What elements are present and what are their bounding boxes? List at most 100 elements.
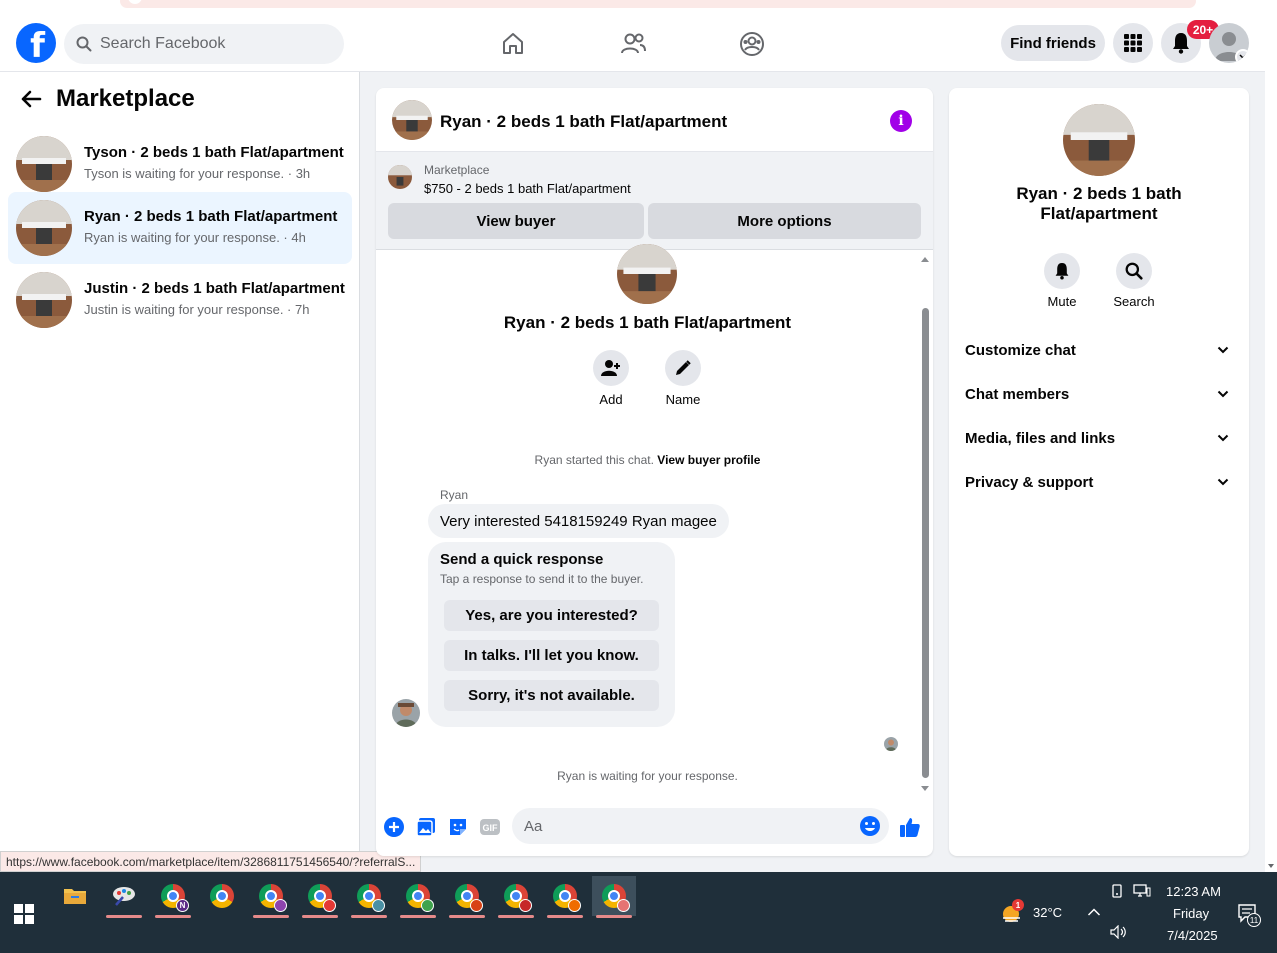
search-input[interactable]: Search Facebook bbox=[100, 35, 225, 53]
chevron-down-icon[interactable] bbox=[1235, 49, 1249, 63]
conversation-subtitle: Tyson is waiting for your response. · 3h bbox=[84, 166, 311, 181]
conversation-item-tyson[interactable]: Tyson · 2 beds 1 bath Flat/apartment Tys… bbox=[8, 128, 352, 200]
weather-badge: 1 bbox=[1012, 899, 1024, 911]
listing-thumbnail[interactable] bbox=[392, 100, 432, 140]
photo-icon[interactable] bbox=[415, 816, 437, 838]
chrome-icon[interactable] bbox=[200, 876, 244, 916]
emoji-icon[interactable] bbox=[859, 815, 881, 837]
details-title-line2: Flat/apartment bbox=[1040, 204, 1158, 223]
chrome-profile-icon[interactable] bbox=[396, 876, 440, 918]
search-label: Search bbox=[1113, 294, 1155, 309]
chrome-profile-icon[interactable] bbox=[445, 876, 489, 918]
conversation-details-panel: Ryan · 2 beds 1 bath Flat/apartment Mute… bbox=[949, 88, 1249, 856]
name-label: Name bbox=[665, 392, 701, 407]
sticker-icon[interactable] bbox=[447, 816, 469, 838]
page-scrollbar[interactable] bbox=[1265, 15, 1277, 872]
plus-circle-icon[interactable] bbox=[383, 816, 405, 838]
volume-icon[interactable] bbox=[1110, 925, 1128, 939]
chrome-profile-icon[interactable] bbox=[298, 876, 342, 918]
view-buyer-button[interactable]: View buyer bbox=[388, 203, 644, 239]
chevron-down-icon bbox=[1217, 346, 1229, 354]
scrollbar-thumb[interactable] bbox=[922, 308, 929, 778]
info-icon[interactable]: i bbox=[890, 110, 912, 132]
thread-intro-title: Ryan · 2 beds 1 bath Flat/apartment bbox=[503, 313, 792, 332]
windows-start-icon[interactable] bbox=[14, 904, 34, 924]
add-label: Add bbox=[599, 392, 623, 407]
section-media-files-links[interactable]: Media, files and links bbox=[965, 420, 1233, 456]
incoming-message: Very interested 5418159249 Ryan magee bbox=[428, 504, 729, 538]
running-indicator bbox=[253, 915, 289, 918]
facebook-logo[interactable]: f bbox=[16, 23, 56, 66]
clock-day[interactable]: Friday bbox=[1173, 906, 1209, 921]
browser-top-edge bbox=[0, 0, 1277, 15]
chrome-profile-icon[interactable] bbox=[249, 876, 293, 918]
file-explorer-icon[interactable] bbox=[53, 876, 97, 916]
sender-name: Ryan bbox=[440, 488, 469, 502]
running-indicator bbox=[498, 915, 534, 918]
section-label: Chat members bbox=[965, 385, 1070, 403]
gif-icon[interactable]: GIF bbox=[479, 816, 501, 838]
conversation-title: Ryan · 2 beds 1 bath Flat/apartment bbox=[84, 208, 338, 225]
conversation-item-ryan[interactable]: Ryan · 2 beds 1 bath Flat/apartment Ryan… bbox=[8, 192, 352, 264]
like-icon[interactable] bbox=[899, 816, 921, 838]
weather-icon[interactable]: 1 bbox=[1000, 899, 1026, 924]
listing-thumbnail bbox=[16, 136, 72, 192]
find-friends-button[interactable]: Find friends bbox=[1001, 25, 1105, 61]
page-title: Marketplace bbox=[56, 85, 195, 112]
listing-price-title[interactable]: $750 - 2 beds 1 bath Flat/apartment bbox=[424, 181, 631, 196]
temperature[interactable]: 32°C bbox=[1033, 905, 1062, 920]
mute-label: Mute bbox=[1047, 294, 1077, 309]
device-icon[interactable] bbox=[1111, 884, 1125, 898]
pencil-icon bbox=[676, 360, 691, 375]
view-buyer-profile-link[interactable]: View buyer profile bbox=[657, 453, 760, 467]
running-indicator bbox=[449, 915, 485, 918]
message-input[interactable]: Aa bbox=[512, 808, 889, 844]
conversation-title: Tyson · 2 beds 1 bath Flat/apartment bbox=[84, 144, 344, 161]
section-chat-members[interactable]: Chat members bbox=[965, 376, 1233, 412]
more-options-button[interactable]: More options bbox=[648, 203, 921, 239]
message-input-placeholder: Aa bbox=[524, 817, 543, 835]
message-thread: Ryan · 2 beds 1 bath Flat/apartment Add … bbox=[376, 244, 933, 798]
section-customize-chat[interactable]: Customize chat bbox=[965, 332, 1233, 368]
edit-name-button[interactable] bbox=[665, 350, 701, 386]
chrome-profile-n-icon[interactable]: N bbox=[151, 876, 195, 918]
chrome-profile-icon[interactable] bbox=[543, 876, 587, 918]
listing-thumbnail bbox=[16, 200, 72, 256]
section-privacy-support[interactable]: Privacy & support bbox=[965, 464, 1233, 500]
search-icon bbox=[1125, 262, 1143, 280]
add-person-button[interactable] bbox=[593, 350, 629, 386]
quick-reply-button[interactable]: Yes, are you interested? bbox=[444, 600, 659, 631]
status-bar-url: https://www.facebook.com/marketplace/ite… bbox=[0, 851, 422, 872]
conversation-title: Justin · 2 beds 1 bath Flat/apartment bbox=[84, 280, 345, 297]
network-icon[interactable] bbox=[1133, 884, 1151, 898]
chrome-profile-icon[interactable] bbox=[494, 876, 538, 918]
groups-icon[interactable] bbox=[735, 27, 769, 61]
menu-grid-button[interactable] bbox=[1113, 23, 1153, 63]
bell-icon bbox=[1055, 263, 1069, 280]
chrome-profile-icon[interactable] bbox=[347, 876, 391, 918]
search-in-conversation-button[interactable] bbox=[1116, 253, 1152, 289]
listing-thumbnail bbox=[16, 272, 72, 328]
search-box[interactable]: Search Facebook bbox=[64, 24, 344, 64]
add-person-icon bbox=[601, 360, 620, 376]
back-arrow-icon[interactable] bbox=[20, 88, 42, 110]
section-label: Media, files and links bbox=[965, 429, 1116, 447]
mute-button[interactable] bbox=[1044, 253, 1080, 289]
action-center-icon[interactable]: 11 bbox=[1238, 904, 1261, 927]
quick-reply-button[interactable]: In talks. I'll let you know. bbox=[444, 640, 659, 671]
chat-title[interactable]: Ryan · 2 beds 1 bath Flat/apartment bbox=[440, 112, 727, 132]
account-avatar[interactable] bbox=[1209, 23, 1249, 63]
quick-response-title: Send a quick response bbox=[440, 551, 604, 568]
clock-date[interactable]: 7/4/2025 bbox=[1167, 928, 1218, 943]
friends-icon[interactable] bbox=[616, 27, 650, 61]
home-icon[interactable] bbox=[496, 27, 530, 61]
chrome-profile-active-icon[interactable] bbox=[592, 876, 636, 918]
started-text: Ryan started this chat. bbox=[534, 453, 654, 467]
paint-app-icon[interactable] bbox=[102, 876, 146, 918]
chevron-up-icon[interactable] bbox=[1087, 907, 1101, 917]
conversation-item-justin[interactable]: Justin · 2 beds 1 bath Flat/apartment Ju… bbox=[8, 264, 352, 336]
thread-scrollbar[interactable] bbox=[919, 250, 931, 798]
quick-reply-button[interactable]: Sorry, it's not available. bbox=[444, 680, 659, 711]
clock-time[interactable]: 12:23 AM bbox=[1166, 884, 1221, 899]
sender-avatar[interactable] bbox=[392, 699, 420, 727]
